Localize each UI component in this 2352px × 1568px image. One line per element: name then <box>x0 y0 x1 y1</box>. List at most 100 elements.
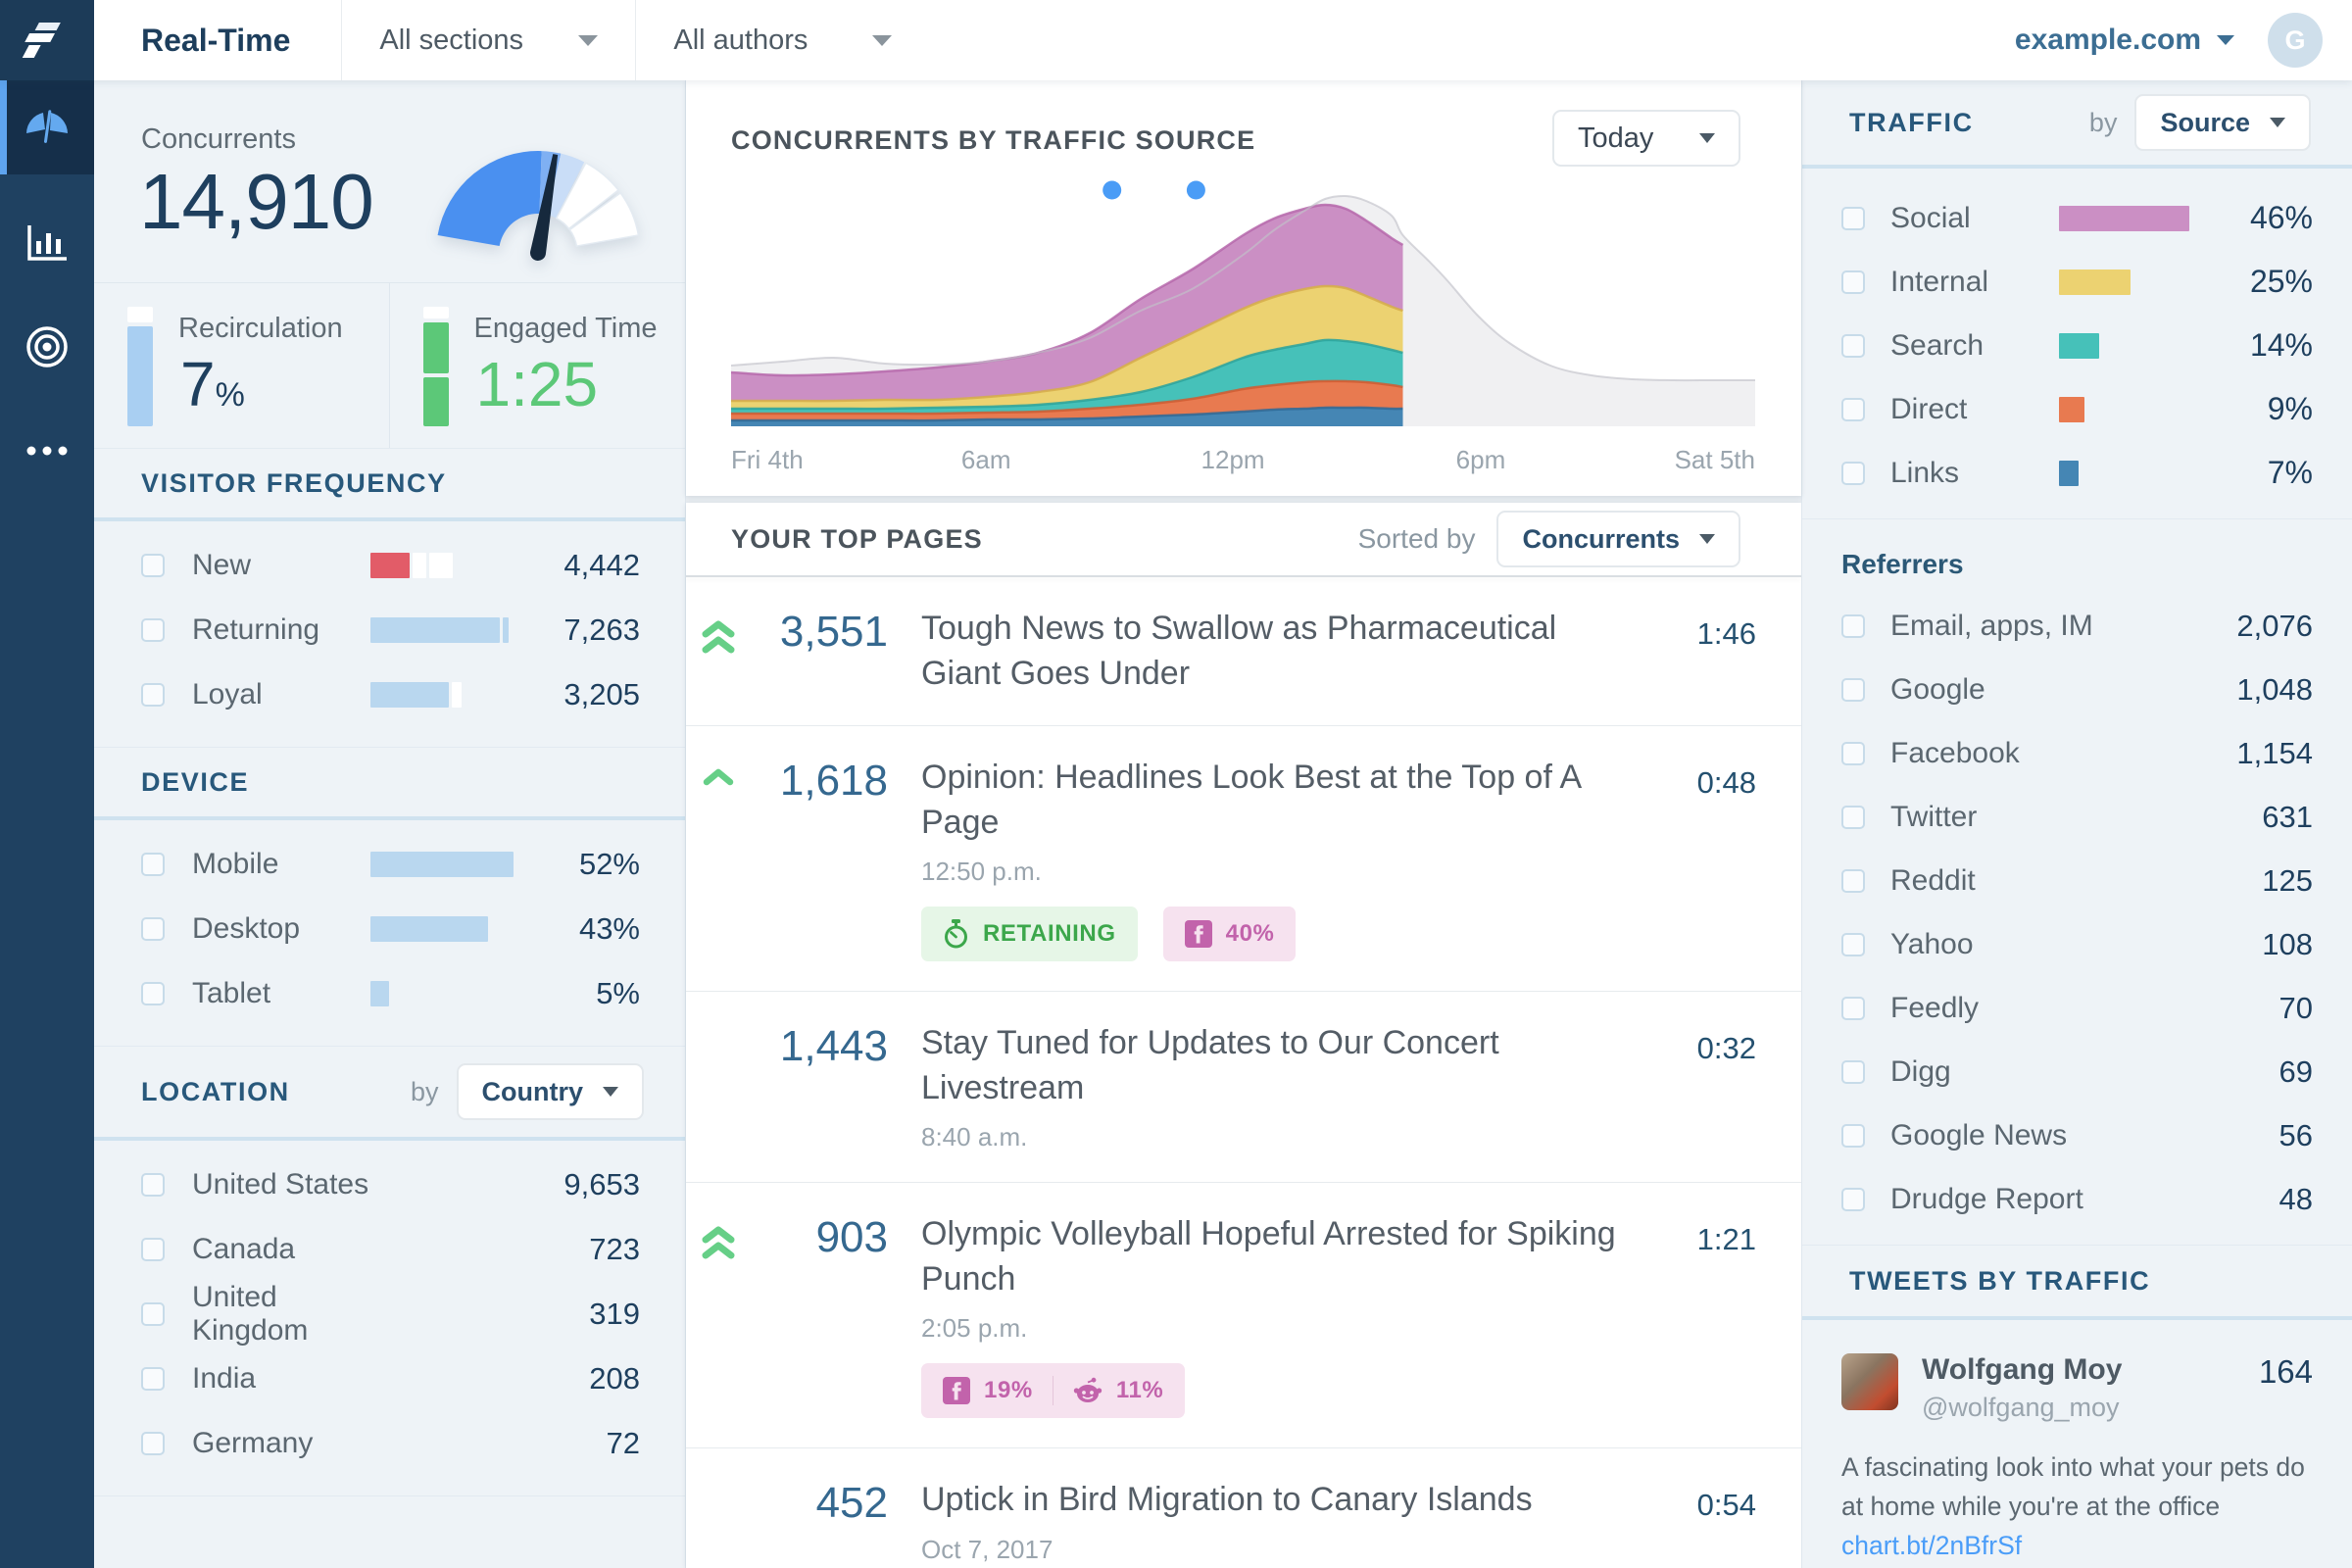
checkbox[interactable] <box>141 917 165 941</box>
nav-item-historical[interactable] <box>0 196 94 290</box>
location-selector[interactable]: Country <box>456 1063 644 1120</box>
row-value: 3,205 <box>564 677 640 711</box>
page-title-text[interactable]: Stay Tuned for Updates to Our Concert Li… <box>921 1021 1629 1110</box>
mini-bar <box>370 916 519 942</box>
row-label: Germany <box>192 1427 314 1459</box>
nav-item-heads-up[interactable] <box>0 300 94 394</box>
chart-title: CONCURRENTS BY TRAFFIC SOURCE <box>731 125 1256 155</box>
checkbox[interactable] <box>1841 932 1865 956</box>
traffic-source-chart-card: CONCURRENTS BY TRAFFIC SOURCE Today Fri … <box>686 80 1801 496</box>
authors-filter[interactable]: All authors <box>635 0 929 80</box>
row-value: 1,154 <box>2236 735 2313 770</box>
checkbox[interactable] <box>1841 270 1865 294</box>
row-label: Feedly <box>1890 991 1980 1024</box>
row-label: India <box>192 1362 257 1395</box>
checkbox[interactable] <box>1841 868 1865 893</box>
chart-x-axis: Fri 4th 6am 12pm 6pm Sat 5th <box>731 445 1755 478</box>
nav-item-realtime[interactable] <box>0 80 94 174</box>
checkbox[interactable] <box>1841 1059 1865 1084</box>
trend-up-double-icon <box>702 620 735 654</box>
mini-bar <box>370 852 519 877</box>
checkbox[interactable] <box>1841 677 1865 702</box>
checkbox[interactable] <box>141 982 165 1005</box>
page-timestamp: Oct 7, 2017 <box>921 1534 1054 1564</box>
trend-up-double-icon <box>702 1226 735 1259</box>
checkbox[interactable] <box>141 618 165 642</box>
recirculation-block: Recirculation 7% <box>94 283 390 448</box>
domain-selector[interactable]: example.com <box>2015 24 2234 57</box>
checkbox[interactable] <box>141 1238 165 1261</box>
top-page-row-5[interactable]: 452 Uptick in Bird Migration to Canary Is… <box>686 1448 1801 1568</box>
row-value: 46% <box>2249 200 2313 235</box>
recirculation-label: Recirculation <box>178 313 343 344</box>
facebook-icon <box>1184 920 1212 949</box>
row-label: Internal <box>1890 265 1989 298</box>
tweets-header: TWEETS BY TRAFFIC <box>1802 1246 2352 1316</box>
row-value: 7,263 <box>564 612 640 647</box>
avatar[interactable]: G <box>2268 13 2323 68</box>
row-value: 72 <box>606 1426 640 1460</box>
top-page-row-2[interactable]: 1,618 Opinion: Headlines Look Best at the… <box>686 726 1801 993</box>
checkbox[interactable] <box>141 1302 165 1326</box>
page-title-text[interactable]: Tough News to Swallow as Pharmaceutical … <box>921 607 1629 696</box>
alert-dot[interactable] <box>1186 180 1205 200</box>
page-title-text[interactable]: Olympic Volleyball Hopeful Arrested for … <box>921 1212 1629 1301</box>
tweet-link[interactable]: chart.bt/2nBfrSf <box>1841 1531 2022 1560</box>
row-label: Direct <box>1890 392 1968 425</box>
tweet-text-body: A fascinating look into what your pets d… <box>1841 1452 2305 1521</box>
traffic-selector[interactable]: Source <box>2134 94 2311 151</box>
checkbox[interactable] <box>1841 805 1865 829</box>
row-value: 52% <box>578 847 640 881</box>
page-title-text[interactable]: Uptick in Bird Migration to Canary Islan… <box>921 1478 1629 1523</box>
checkbox[interactable] <box>141 1173 165 1197</box>
row-label: Twitter <box>1890 800 1978 833</box>
checkbox[interactable] <box>1841 1187 1865 1211</box>
checkbox[interactable] <box>1841 613 1865 638</box>
badge-label: 40% <box>1225 920 1275 948</box>
location-row-germany: Germany 72 <box>94 1411 685 1476</box>
checkbox[interactable] <box>141 683 165 707</box>
row-label: Desktop <box>192 912 301 945</box>
traffic-header: TRAFFIC by Source <box>1802 80 2352 165</box>
sort-selector[interactable]: Concurrents <box>1496 511 1740 567</box>
x-tick: Sat 5th <box>1674 445 1755 474</box>
visitor-frequency-header: VISITOR FREQUENCY <box>94 449 685 517</box>
chart-range-selector[interactable]: Today <box>1552 110 1740 167</box>
checkbox[interactable] <box>1841 397 1865 421</box>
checkbox[interactable] <box>141 1432 165 1455</box>
row-value: 14% <box>2249 327 2313 363</box>
chartbeat-logo[interactable] <box>0 0 94 80</box>
visitor-frequency-list: New 4,442 Returning 7,263 Loyal 3,205 <box>94 521 685 747</box>
nav-item-more[interactable] <box>0 404 94 498</box>
x-tick: 6pm <box>1455 445 1506 474</box>
visitor-frequency-title: VISITOR FREQUENCY <box>141 467 447 498</box>
checkbox[interactable] <box>1841 741 1865 765</box>
top-page-row-4[interactable]: 903 Olympic Volleyball Hopeful Arrested f… <box>686 1183 1801 1449</box>
checkbox[interactable] <box>141 853 165 876</box>
checkbox[interactable] <box>141 1367 165 1391</box>
checkbox[interactable] <box>1841 996 1865 1020</box>
referrer-row-yahoo: Yahoo 108 <box>1802 912 2352 976</box>
checkbox[interactable] <box>1841 1123 1865 1148</box>
page-concurrents: 1,618 <box>779 757 888 806</box>
top-page-row-3[interactable]: 1,443 Stay Tuned for Updates to Our Conce… <box>686 992 1801 1184</box>
sections-filter[interactable]: All sections <box>341 0 635 80</box>
row-label: Mobile <box>192 848 279 880</box>
checkbox[interactable] <box>1841 333 1865 358</box>
referrer-row-google: Google 1,048 <box>1802 658 2352 721</box>
row-label: Google <box>1890 672 1985 706</box>
page-title-text[interactable]: Opinion: Headlines Look Best at the Top … <box>921 756 1629 845</box>
top-page-row-1[interactable]: 3,551 Tough News to Swallow as Pharmaceut… <box>686 577 1801 727</box>
checkbox[interactable] <box>1841 461 1865 485</box>
tweet-avatar <box>1841 1353 1898 1410</box>
row-label: New <box>192 549 252 581</box>
checkbox[interactable] <box>141 554 165 577</box>
page-badges: 19% 11% <box>921 1363 1629 1419</box>
checkbox[interactable] <box>1841 206 1865 230</box>
chartbeat-logo-icon <box>22 23 61 58</box>
page-timestamp: 2:05 p.m. <box>921 1313 1028 1344</box>
chevron-down-icon <box>872 34 893 46</box>
badge-green: RETAINING <box>921 906 1138 962</box>
concurrents-label: Concurrents <box>141 123 296 155</box>
alert-dot[interactable] <box>1102 180 1122 200</box>
